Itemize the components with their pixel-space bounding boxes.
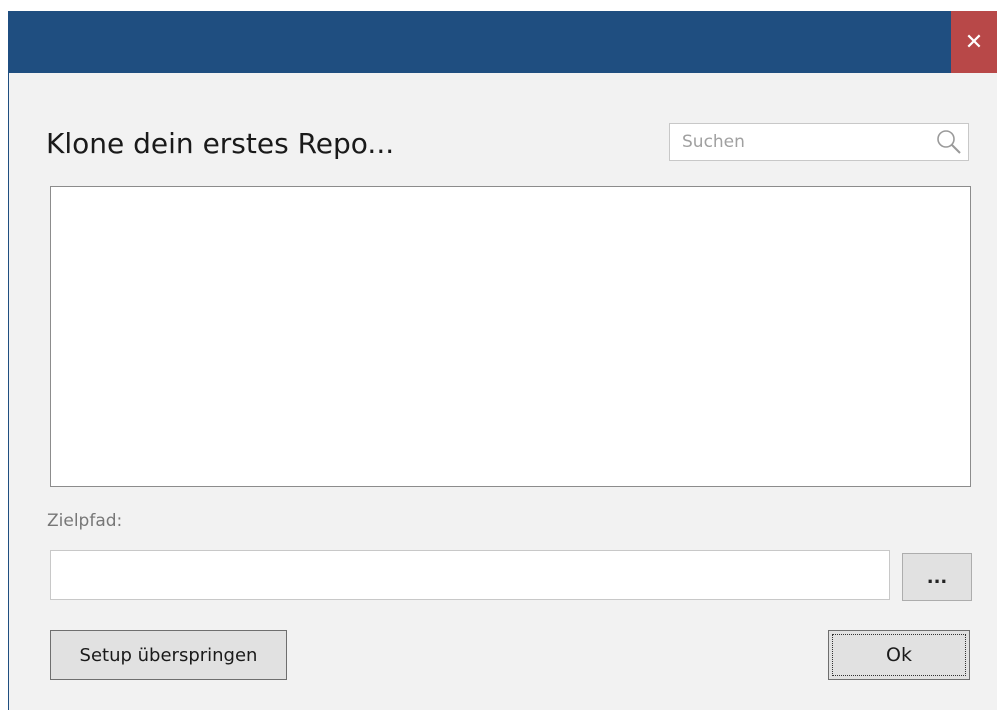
page-title: Klone dein erstes Repo... bbox=[46, 127, 395, 160]
ok-button[interactable]: Ok bbox=[828, 630, 970, 680]
skip-setup-button[interactable]: Setup überspringen bbox=[50, 630, 287, 680]
target-path-label: Zielpfad: bbox=[47, 511, 123, 531]
search-box[interactable] bbox=[669, 123, 969, 161]
target-path-input[interactable] bbox=[50, 550, 890, 600]
title-bar[interactable]: ✕ bbox=[9, 11, 997, 73]
close-icon: ✕ bbox=[964, 29, 984, 55]
browse-button[interactable]: ... bbox=[902, 553, 972, 601]
search-icon[interactable] bbox=[936, 129, 962, 155]
ok-button-label: Ok bbox=[886, 644, 912, 666]
repository-list[interactable] bbox=[50, 186, 971, 487]
clone-repo-dialog: ✕ Klone dein erstes Repo... Zielpfad: ..… bbox=[8, 11, 997, 710]
search-input[interactable] bbox=[670, 124, 930, 160]
close-button[interactable]: ✕ bbox=[951, 11, 997, 73]
